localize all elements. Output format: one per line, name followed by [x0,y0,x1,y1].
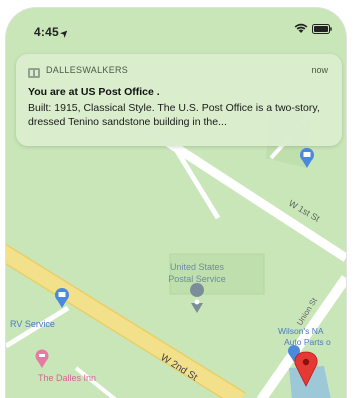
phone-frame: W 1st St United States Postal Service RV… [0,0,354,398]
post-office-label-line1: United States [170,262,225,272]
notification-body: Built: 1915, Classical Style. The U.S. P… [28,102,320,128]
status-time: 4:45➤ [34,25,71,40]
wilsons-label-line2: Auto Parts o [284,337,331,347]
phone-screen: W 1st St United States Postal Service RV… [6,8,346,398]
dalles-inn-label: The Dalles Inn [38,373,96,383]
wilsons-label-line1: Wilson's NA [278,326,324,336]
notification-app-name: DALLESWALKERS [46,65,129,75]
notification-time: now [311,65,328,75]
notification-title: You are at US Post Office . [28,86,160,98]
wifi-icon [294,23,308,34]
battery-icon [312,23,332,34]
rv-service-label: RV Service [10,319,55,329]
status-bar: 4:45➤ [6,8,346,46]
status-icons [294,23,332,34]
app-icon [28,65,40,78]
post-office-label-line2: Postal Service [168,274,226,284]
status-time-text: 4:45 [34,25,59,39]
location-arrow-icon: ➤ [58,26,71,40]
push-notification[interactable]: DALLESWALKERS now You are at US Post Off… [16,54,342,146]
